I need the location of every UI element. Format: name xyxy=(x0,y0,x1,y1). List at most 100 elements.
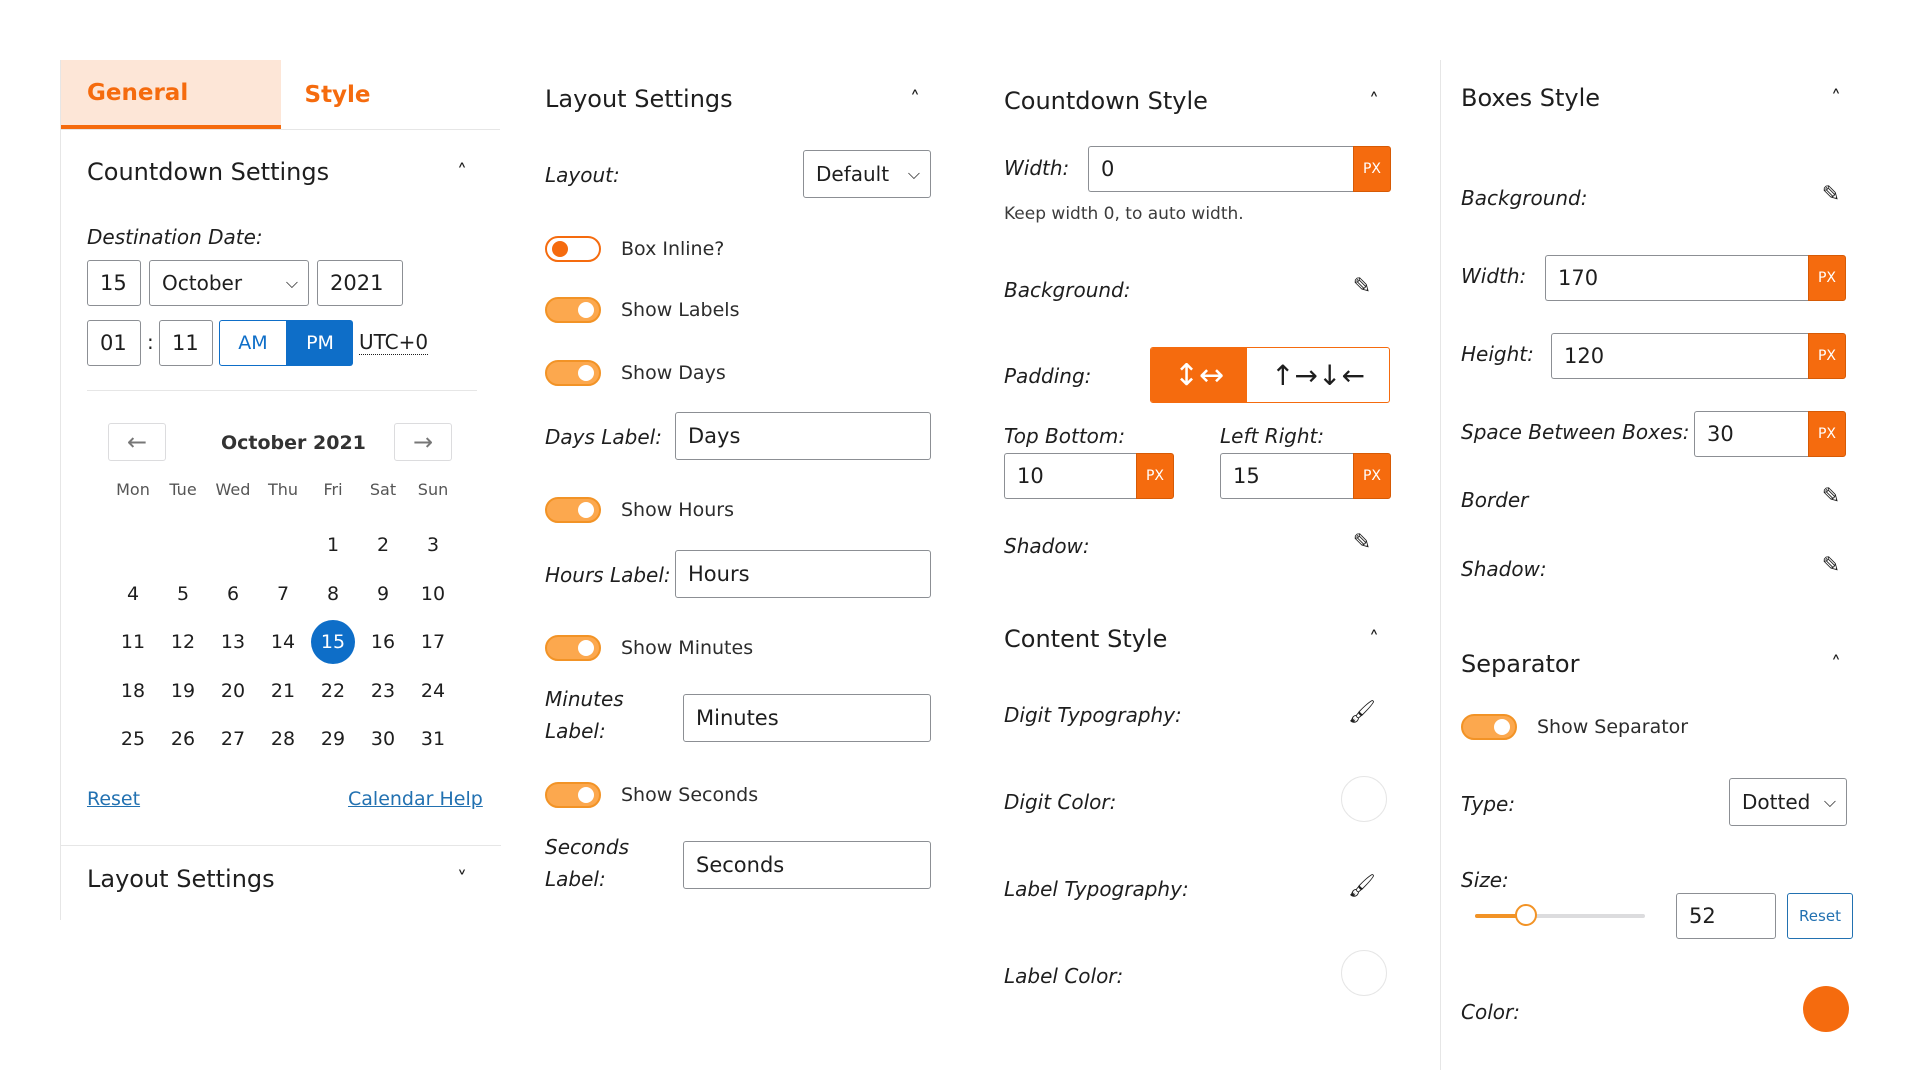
am-button[interactable]: AM xyxy=(219,320,287,366)
show-seconds-toggle[interactable] xyxy=(545,782,601,808)
chevron-up-icon[interactable]: ˄ xyxy=(1359,89,1389,113)
pm-button[interactable]: PM xyxy=(287,320,353,366)
layout-settings-header[interactable]: Layout Settings ˄ xyxy=(545,85,930,113)
next-month-button[interactable]: → xyxy=(394,423,452,461)
calendar-day[interactable]: 27 xyxy=(208,728,258,750)
show-minutes-toggle[interactable] xyxy=(545,635,601,661)
calendar-day[interactable]: 29 xyxy=(308,728,358,750)
chevron-up-icon[interactable]: ˄ xyxy=(1359,627,1389,651)
content-style-header[interactable]: Content Style ˄ xyxy=(1004,625,1389,653)
calendar-day[interactable]: 23 xyxy=(358,680,408,702)
boxes-style-header[interactable]: Boxes Style ˄ xyxy=(1461,84,1851,112)
calendar-day[interactable]: 1 xyxy=(308,534,358,556)
unit-button[interactable]: PX xyxy=(1808,411,1846,457)
calendar-day[interactable]: 7 xyxy=(258,583,308,605)
show-hours-toggle[interactable] xyxy=(545,497,601,523)
space-between-input[interactable] xyxy=(1694,411,1808,457)
tab-general[interactable]: General xyxy=(61,60,281,129)
chevron-up-icon[interactable]: ˄ xyxy=(900,87,930,111)
calendar-day[interactable]: 19 xyxy=(158,680,208,702)
calendar-day[interactable]: 24 xyxy=(408,680,458,702)
countdown-settings-header[interactable]: Countdown Settings ˄ xyxy=(87,158,477,186)
height-input[interactable] xyxy=(1551,333,1808,379)
year-input[interactable]: 2021 xyxy=(317,260,403,306)
calendar-day[interactable]: 6 xyxy=(208,583,258,605)
month-select[interactable]: October ⌵ xyxy=(149,260,309,306)
calendar-day[interactable]: 22 xyxy=(308,680,358,702)
calendar-day[interactable]: 17 xyxy=(408,631,458,653)
calendar-day[interactable]: 8 xyxy=(308,583,358,605)
separator-color-swatch[interactable] xyxy=(1803,986,1849,1032)
calendar-day[interactable]: 10 xyxy=(408,583,458,605)
separator-header[interactable]: Separator ˄ xyxy=(1461,650,1851,678)
unit-button[interactable]: PX xyxy=(1808,333,1846,379)
pencil-icon[interactable]: ✎ xyxy=(1816,553,1846,578)
brush-icon[interactable]: 🖌 xyxy=(1347,700,1377,725)
days-label-input[interactable] xyxy=(675,412,931,460)
width-input[interactable] xyxy=(1088,146,1353,192)
chevron-down-icon[interactable]: ˅ xyxy=(447,867,477,891)
vertical-horizontal-padding-button[interactable]: ↕↔ xyxy=(1151,348,1247,402)
chevron-up-icon[interactable]: ˄ xyxy=(1821,652,1851,676)
layout-settings-collapsed-header[interactable]: Layout Settings ˅ xyxy=(87,865,477,893)
show-separator-toggle[interactable] xyxy=(1461,714,1517,740)
individual-padding-button[interactable]: ↑→↓← xyxy=(1247,348,1389,402)
hour-input[interactable]: 01 xyxy=(87,320,141,366)
chevron-up-icon[interactable]: ˄ xyxy=(1821,86,1851,110)
day-input[interactable]: 15 xyxy=(87,260,141,306)
unit-button[interactable]: PX xyxy=(1353,453,1391,499)
calendar-day[interactable]: 5 xyxy=(158,583,208,605)
box-inline-toggle[interactable] xyxy=(545,236,601,262)
pencil-icon[interactable]: ✎ xyxy=(1816,182,1846,207)
calendar-day[interactable]: 26 xyxy=(158,728,208,750)
calendar-day[interactable]: 14 xyxy=(258,631,308,653)
calendar-day[interactable]: 13 xyxy=(208,631,258,653)
calendar-help-link[interactable]: Calendar Help xyxy=(348,788,483,810)
size-reset-button[interactable]: Reset xyxy=(1787,893,1853,939)
seconds-label-input[interactable] xyxy=(683,841,931,889)
unit-button[interactable]: PX xyxy=(1808,255,1846,301)
size-slider[interactable] xyxy=(1475,904,1645,926)
countdown-style-header[interactable]: Countdown Style ˄ xyxy=(1004,87,1389,115)
top-bottom-input[interactable] xyxy=(1004,453,1136,499)
unit-button[interactable]: PX xyxy=(1136,453,1174,499)
minutes-label-input[interactable] xyxy=(683,694,931,742)
calendar-day[interactable]: 30 xyxy=(358,728,408,750)
layout-select[interactable]: Default ⌵ xyxy=(803,150,931,198)
digit-color-swatch[interactable] xyxy=(1341,776,1387,822)
chevron-up-icon[interactable]: ˄ xyxy=(447,160,477,184)
calendar-day[interactable]: 3 xyxy=(408,534,458,556)
width-input[interactable] xyxy=(1545,255,1808,301)
hours-label-input[interactable] xyxy=(675,550,931,598)
calendar-day[interactable]: 4 xyxy=(108,583,158,605)
tab-style[interactable]: Style xyxy=(281,60,501,129)
brush-icon[interactable]: 🖌 xyxy=(1347,874,1377,899)
size-input[interactable] xyxy=(1676,893,1776,939)
calendar-day[interactable]: 20 xyxy=(208,680,258,702)
calendar-day[interactable]: 18 xyxy=(108,680,158,702)
pencil-icon[interactable]: ✎ xyxy=(1347,274,1377,299)
selected-day[interactable]: 15 xyxy=(311,620,355,665)
show-days-toggle[interactable] xyxy=(545,360,601,386)
calendar-day[interactable]: 21 xyxy=(258,680,308,702)
show-labels-toggle[interactable] xyxy=(545,297,601,323)
calendar-day[interactable]: 28 xyxy=(258,728,308,750)
pencil-icon[interactable]: ✎ xyxy=(1347,530,1377,555)
reset-link[interactable]: Reset xyxy=(87,788,140,810)
label-color-swatch[interactable] xyxy=(1341,950,1387,996)
calendar-day[interactable]: 12 xyxy=(158,631,208,653)
prev-month-button[interactable]: ← xyxy=(108,423,166,461)
minute-input[interactable]: 11 xyxy=(159,320,213,366)
type-select[interactable]: Dotted ⌵ xyxy=(1729,778,1847,826)
left-right-input[interactable] xyxy=(1220,453,1353,499)
calendar-day[interactable]: 2 xyxy=(358,534,408,556)
calendar-day[interactable]: 11 xyxy=(108,631,158,653)
slider-thumb[interactable] xyxy=(1515,904,1537,926)
calendar-day[interactable]: 31 xyxy=(408,728,458,750)
calendar-day[interactable]: 16 xyxy=(358,631,408,653)
pencil-icon[interactable]: ✎ xyxy=(1816,484,1846,509)
calendar-day[interactable]: 25 xyxy=(108,728,158,750)
calendar-day[interactable]: 9 xyxy=(358,583,408,605)
calendar-day[interactable]: 15 xyxy=(308,620,358,665)
unit-button[interactable]: PX xyxy=(1353,146,1391,192)
